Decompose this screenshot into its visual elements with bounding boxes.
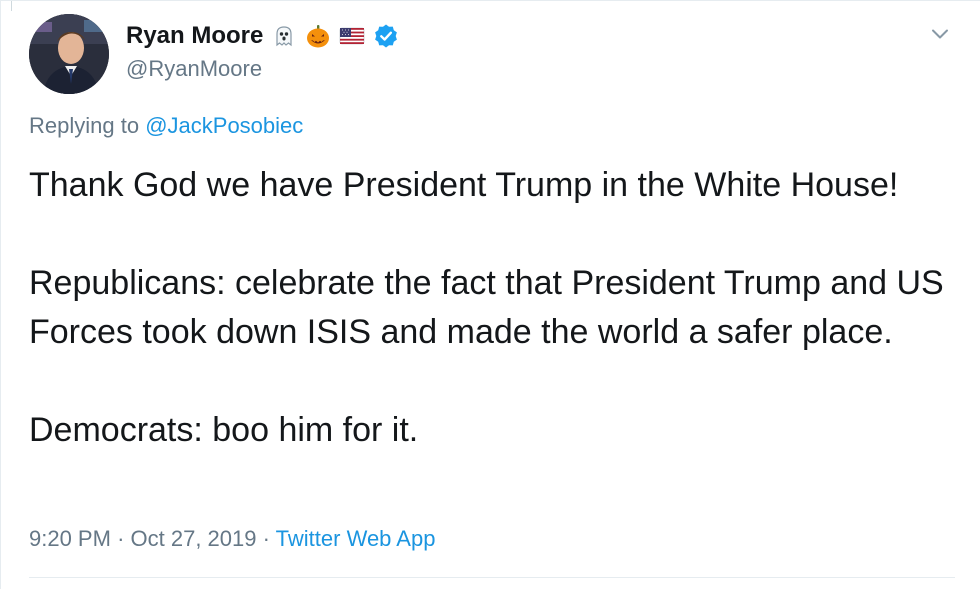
meta-separator: · xyxy=(117,526,125,551)
tweet-time[interactable]: 9:20 PM xyxy=(29,526,111,551)
avatar-photo xyxy=(29,14,109,94)
tweet-date[interactable]: Oct 27, 2019 xyxy=(131,526,257,551)
reply-mention-link[interactable]: @JackPosobiec xyxy=(145,113,303,138)
avatar[interactable] xyxy=(29,14,109,94)
tweet-source-link[interactable]: Twitter Web App xyxy=(276,526,436,551)
ghost-icon xyxy=(276,26,292,47)
author-name[interactable]: Ryan Moore xyxy=(126,19,263,53)
author-handle[interactable]: @RyanMoore xyxy=(126,55,262,83)
tweet-text-line: Thank God we have President Trump in the… xyxy=(29,166,899,204)
chevron-down-icon[interactable] xyxy=(929,23,951,45)
jack-o-lantern-icon xyxy=(307,25,330,48)
author-name-row[interactable]: Ryan Moore xyxy=(126,19,399,53)
thread-line xyxy=(11,1,12,11)
tweet-card: Ryan Moore @RyanMoore Replying to @JackP… xyxy=(0,0,980,589)
replying-to: Replying to @JackPosobiec xyxy=(29,111,303,141)
tweet-text: Thank God we have President Trump in the… xyxy=(29,161,959,455)
divider xyxy=(29,577,955,578)
tweet-text-line: Democrats: boo him for it. xyxy=(29,411,419,449)
tweet-meta: 9:20 PM · Oct 27, 2019 · Twitter Web App xyxy=(29,523,435,555)
us-flag-icon xyxy=(340,27,365,45)
tweet-text-line: Republicans: celebrate the fact that Pre… xyxy=(29,264,944,351)
replying-to-label: Replying to xyxy=(29,113,140,138)
meta-separator: · xyxy=(262,526,270,551)
verified-badge-icon xyxy=(375,24,398,48)
